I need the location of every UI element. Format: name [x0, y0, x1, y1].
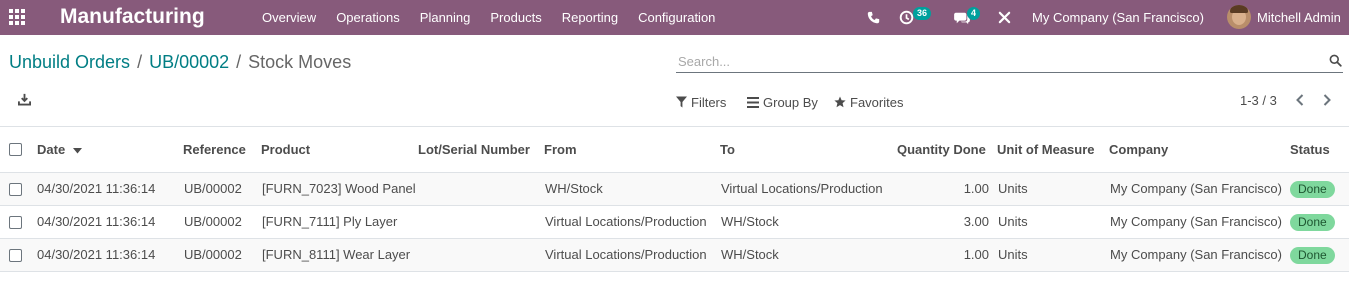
cell-reference: UB/00002: [184, 181, 242, 196]
search-input[interactable]: [676, 51, 1316, 71]
table-header: Date Reference Product Lot/Serial Number…: [0, 127, 1349, 173]
cell-reference: UB/00002: [184, 247, 242, 262]
cell-to: WH/Stock: [721, 214, 779, 229]
cell-company: My Company (San Francisco): [1110, 247, 1282, 262]
cell-date: 04/30/2021 11:36:14: [37, 181, 156, 196]
list-bars-icon: [747, 96, 759, 108]
cell-company: My Company (San Francisco): [1110, 214, 1282, 229]
messages-count-badge: 4: [967, 7, 981, 20]
user-avatar[interactable]: [1227, 5, 1251, 29]
column-header-product[interactable]: Product: [261, 142, 310, 157]
column-header-company[interactable]: Company: [1109, 142, 1168, 157]
row-checkbox[interactable]: [9, 249, 22, 262]
app-name[interactable]: Manufacturing: [60, 5, 205, 29]
filters-toggle[interactable]: Filters: [676, 93, 726, 111]
table-body: 04/30/2021 11:36:14 UB/00002 [FURN_7023]…: [0, 173, 1349, 272]
status-badge: Done: [1290, 214, 1335, 231]
cell-to: WH/Stock: [721, 247, 779, 262]
apps-menu-icon[interactable]: [9, 9, 27, 25]
column-header-uom[interactable]: Unit of Measure: [997, 142, 1095, 157]
row-checkbox[interactable]: [9, 183, 22, 196]
cell-company: My Company (San Francisco): [1110, 181, 1282, 196]
company-switcher[interactable]: My Company (San Francisco): [1032, 0, 1204, 35]
pager-next-button[interactable]: [1321, 93, 1333, 110]
user-menu[interactable]: Mitchell Admin: [1257, 0, 1341, 35]
breadcrumb-separator: /: [137, 52, 143, 72]
breadcrumb-unbuild-orders[interactable]: Unbuild Orders: [9, 52, 130, 73]
phone-icon[interactable]: [867, 0, 880, 35]
cell-from: WH/Stock: [545, 181, 603, 196]
filter-funnel-icon: [676, 96, 687, 108]
table-row[interactable]: 04/30/2021 11:36:14 UB/00002 [FURN_8111]…: [0, 239, 1349, 272]
column-header-reference[interactable]: Reference: [183, 142, 246, 157]
chevron-right-icon: [1321, 94, 1333, 110]
pager-previous-button[interactable]: [1294, 93, 1306, 110]
breadcrumb: Unbuild Orders / UB/00002 / Stock Moves: [9, 52, 351, 73]
cell-quantity-done: 3.00: [963, 214, 989, 229]
activity-count-badge: 36: [913, 7, 932, 20]
column-header-date-label: Date: [37, 142, 66, 157]
sort-descending-icon: [72, 147, 82, 154]
status-badge: Done: [1290, 247, 1335, 264]
cell-product: [FURN_7023] Wood Panel: [262, 181, 416, 196]
cell-date: 04/30/2021 11:36:14: [37, 247, 156, 262]
filters-label: Filters: [691, 94, 727, 110]
column-header-date[interactable]: Date: [37, 142, 82, 157]
cell-date: 04/30/2021 11:36:14: [37, 214, 156, 229]
main-menu: Overview Operations Planning Products Re…: [252, 0, 725, 35]
cell-to: Virtual Locations/Production: [721, 181, 883, 196]
cell-uom: Units: [998, 247, 1028, 262]
cell-uom: Units: [998, 214, 1028, 229]
menu-item-overview[interactable]: Overview: [252, 0, 326, 35]
cell-product: [FURN_8111] Wear Layer: [262, 247, 411, 262]
column-header-status[interactable]: Status: [1290, 142, 1330, 157]
cell-uom: Units: [998, 181, 1028, 196]
favorites-toggle[interactable]: Favorites: [834, 93, 903, 111]
breadcrumb-current: Stock Moves: [248, 52, 352, 72]
stock-moves-table: Date Reference Product Lot/Serial Number…: [0, 127, 1349, 272]
column-header-from[interactable]: From: [544, 142, 577, 157]
download-icon: [18, 93, 31, 109]
favorites-label: Favorites: [850, 94, 904, 110]
menu-item-configuration[interactable]: Configuration: [628, 0, 725, 35]
breadcrumb-ub-00002[interactable]: UB/00002: [149, 52, 229, 73]
column-header-lot[interactable]: Lot/Serial Number: [418, 142, 530, 157]
table-row[interactable]: 04/30/2021 11:36:14 UB/00002 [FURN_7111]…: [0, 206, 1349, 239]
groupby-toggle[interactable]: Group By: [747, 93, 818, 111]
top-navbar: Manufacturing Overview Operations Planni…: [0, 0, 1349, 35]
export-download-button[interactable]: [18, 93, 31, 109]
search-icon[interactable]: [1329, 54, 1342, 70]
breadcrumb-separator: /: [236, 52, 242, 72]
row-checkbox[interactable]: [9, 216, 22, 229]
menu-item-reporting[interactable]: Reporting: [552, 0, 628, 35]
cell-quantity-done: 1.00: [963, 181, 989, 196]
table-row[interactable]: 04/30/2021 11:36:14 UB/00002 [FURN_7023]…: [0, 173, 1349, 206]
status-badge: Done: [1290, 181, 1335, 198]
menu-item-planning[interactable]: Planning: [410, 0, 481, 35]
menu-item-operations[interactable]: Operations: [326, 0, 410, 35]
chevron-left-icon: [1294, 94, 1306, 110]
pager-value[interactable]: 1-3 / 3: [1240, 93, 1277, 108]
close-debug-icon[interactable]: [998, 0, 1011, 35]
select-all-checkbox[interactable]: [9, 143, 22, 156]
column-header-quantity-done[interactable]: Quantity Done: [897, 142, 986, 157]
star-icon: [834, 96, 846, 108]
cell-from: Virtual Locations/Production: [545, 247, 707, 262]
cell-product: [FURN_7111] Ply Layer: [262, 214, 398, 229]
cell-quantity-done: 1.00: [963, 247, 989, 262]
menu-item-products[interactable]: Products: [480, 0, 551, 35]
groupby-label: Group By: [763, 94, 818, 110]
cell-from: Virtual Locations/Production: [545, 214, 707, 229]
column-header-to[interactable]: To: [720, 142, 735, 157]
search-bar: [676, 51, 1343, 73]
activity-clock-icon[interactable]: [899, 0, 914, 35]
cell-reference: UB/00002: [184, 214, 242, 229]
